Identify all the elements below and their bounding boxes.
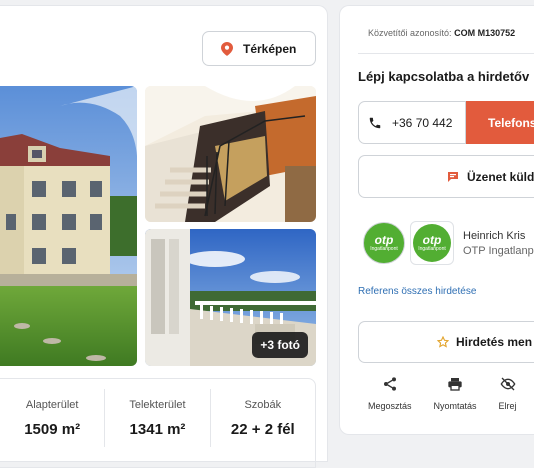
stat-value: 1341 m² (129, 421, 186, 438)
star-icon (437, 336, 449, 348)
ad-menu-label: Hirdetés men (456, 335, 533, 349)
more-photos-badge[interactable]: +3 fotó (252, 332, 308, 358)
stat-plot-area: Telekterület 1341 m² (105, 389, 211, 447)
otp-logo: otp Ingatlanpont (363, 222, 405, 264)
photo-terrace[interactable]: +3 fotó (145, 229, 316, 366)
otp-logo: otp Ingatlanpont (413, 224, 451, 262)
action-bar: Megosztás Nyomtatás Elrej (368, 376, 517, 411)
photo-staircase[interactable] (145, 86, 316, 222)
property-stats: Alapterület 1509 m² Telekterület 1341 m²… (0, 378, 316, 468)
agent-company: OTP Ingatlanp (463, 244, 534, 257)
print-icon (448, 378, 462, 391)
stat-value: 22 + 2 fél (230, 421, 295, 438)
message-button[interactable]: Üzenet küld (358, 155, 534, 198)
print-button[interactable]: Nyomtatás (434, 376, 477, 411)
hide-label: Elrej (498, 401, 517, 411)
building-photo (0, 86, 137, 366)
agent-avatar[interactable]: otp Ingatlanpont (410, 221, 454, 265)
agency-id: Közvetítői azonosító: COM M130752 (368, 28, 515, 38)
agent-details: Heinrich Kris OTP Ingatlanp (463, 230, 534, 257)
contact-card: Közvetítői azonosító: COM M130752 Lépj k… (339, 5, 534, 435)
call-button[interactable]: Telefons (466, 101, 534, 144)
chat-icon (448, 171, 458, 182)
phone-row: +36 70 442 Telefons (358, 101, 534, 144)
message-button-label: Üzenet küld (467, 169, 534, 184)
map-pin-icon (221, 41, 233, 56)
divider (358, 53, 534, 54)
stat-rooms: Szobák 22 + 2 fél (211, 389, 315, 447)
phone-number: +36 70 442 (392, 115, 453, 130)
map-button[interactable]: Térképen (202, 31, 316, 66)
agent-info-row: otp Ingatlanpont otp Ingatlanpont Heinri… (363, 218, 534, 268)
stat-floor-area: Alapterület 1509 m² (0, 389, 106, 447)
listing-gallery-card: Térképen +3 fotó Alapterület 1509 m² Tel… (0, 5, 328, 468)
share-button[interactable]: Megosztás (368, 376, 412, 411)
phone-icon (369, 117, 381, 128)
share-label: Megosztás (368, 401, 412, 411)
hide-button[interactable]: Elrej (499, 376, 517, 411)
stat-label: Szobák (244, 399, 282, 411)
stat-value: 1509 m² (24, 421, 81, 438)
agent-listings-link[interactable]: Referens összes hirdetése (358, 286, 476, 297)
agency-id-value: COM M130752 (454, 28, 516, 38)
phone-number-field[interactable]: +36 70 442 (358, 101, 466, 144)
staircase-photo (145, 86, 316, 222)
share-icon (383, 377, 396, 391)
main-photo-building[interactable] (0, 86, 137, 366)
agency-id-label: Közvetítői azonosító: (368, 28, 452, 38)
stat-label: Alapterület (25, 399, 79, 411)
stat-label: Telekterület (129, 399, 186, 411)
map-button-label: Térképen (243, 41, 297, 56)
ad-menu-button[interactable]: Hirdetés men (358, 321, 534, 363)
print-label: Nyomtatás (433, 401, 477, 411)
agent-name[interactable]: Heinrich Kris (463, 230, 534, 242)
hide-icon (500, 377, 515, 391)
contact-title: Lépj kapcsolatba a hirdetőv (358, 69, 530, 84)
